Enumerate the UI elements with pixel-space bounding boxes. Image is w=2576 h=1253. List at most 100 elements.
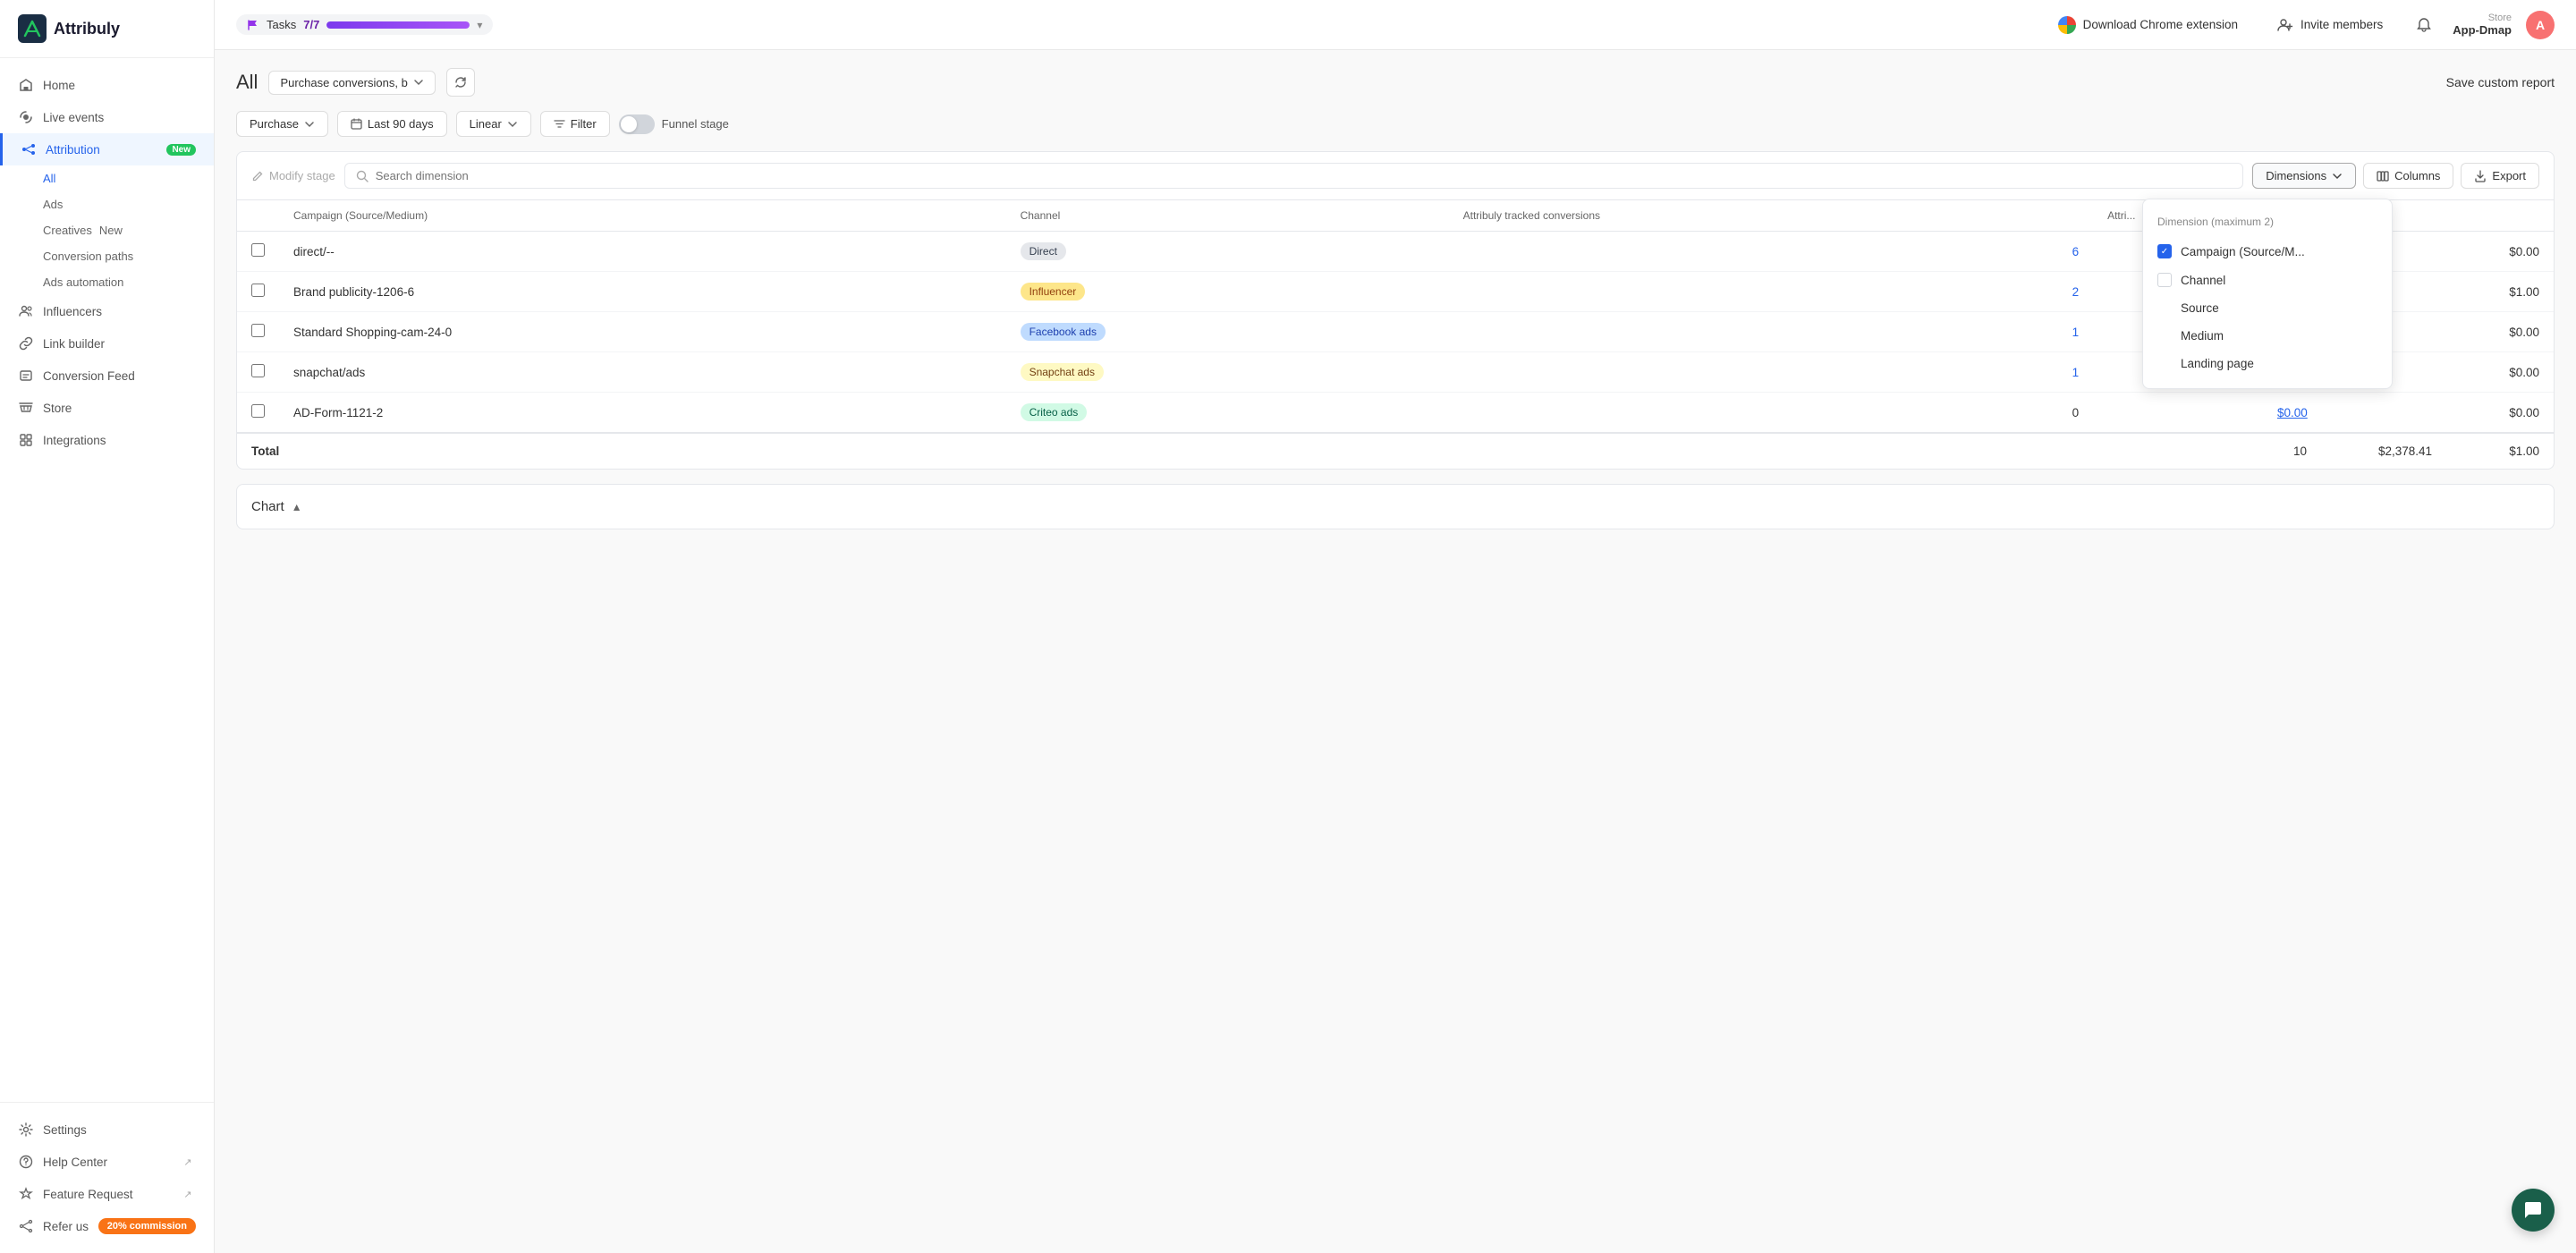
invite-members-label: Invite members [2301,18,2383,31]
sidebar-item-refer[interactable]: Refer us 20% commission [0,1210,214,1242]
attrib-link[interactable]: $0.00 [2277,406,2308,419]
sub-nav-conversion-paths[interactable]: Conversion paths [0,243,214,269]
row-channel: Direct [1006,232,1449,272]
th-checkbox [237,200,279,232]
conversion-feed-icon [18,368,34,384]
row-channel: Criteo ads [1006,393,1449,433]
sidebar-item-attribution-label: Attribution [46,143,100,157]
dim-item-channel[interactable]: Channel [2143,266,2392,294]
sub-nav-ads[interactable]: Ads [0,191,214,217]
notifications-btn[interactable] [2410,11,2438,39]
sidebar-item-help[interactable]: Help Center ↗ [0,1146,214,1178]
main-inner: All Purchase conversions, b Save custom … [215,50,2576,1253]
row-checkbox[interactable] [251,404,265,418]
chat-bubble[interactable] [2512,1189,2555,1232]
purchase-dropdown-icon [304,119,315,130]
main-content: Tasks 7/7 ▾ Download Chrome extension In… [215,0,2576,1253]
sidebar-item-settings[interactable]: Settings [0,1113,214,1146]
user-avatar[interactable]: A [2526,11,2555,39]
row-attrib: $0.00 [2093,393,2322,433]
dim-label-channel: Channel [2181,274,2225,287]
export-button[interactable]: Export [2461,163,2539,189]
row-campaign: Brand publicity-1206-6 [279,272,1006,312]
refresh-button[interactable] [446,68,475,97]
filters-row: Purchase Last 90 days Linear Filter [236,111,2555,137]
modify-stage-button[interactable]: Modify stage [251,169,335,182]
conversions-link[interactable]: 0 [2072,406,2080,419]
dimensions-button[interactable]: Dimensions [2252,163,2356,189]
columns-label: Columns [2394,169,2440,182]
conversions-link[interactable]: 1 [2072,366,2080,379]
attribution-dropdown-icon [507,119,518,130]
dim-item-campaign[interactable]: Campaign (Source/M... [2143,237,2392,266]
invite-members-btn[interactable]: Invite members [2265,12,2395,38]
external-link-icon: ↗ [180,1154,196,1170]
row-conversions: 0 [1449,393,2093,433]
dim-item-medium[interactable]: Medium [2143,322,2392,350]
row-campaign: direct/-- [279,232,1006,272]
funnel-stage-label: Funnel stage [662,117,729,131]
row-checkbox[interactable] [251,284,265,297]
sidebar-item-attribution[interactable]: Attribution New [0,133,214,165]
date-range-filter[interactable]: Last 90 days [337,111,447,137]
channel-badge: Facebook ads [1021,323,1106,341]
conversions-link[interactable]: 6 [2072,245,2080,258]
sidebar-nav: Home Live events Attribution New [0,58,214,1102]
help-label: Help Center [43,1156,107,1169]
tasks-pill[interactable]: Tasks 7/7 ▾ [236,14,493,35]
chat-icon [2523,1200,2543,1220]
purchase-filter[interactable]: Purchase [236,111,328,137]
chart-header[interactable]: Chart ▲ [251,499,2539,514]
total-conversions: 10 [2182,444,2307,458]
dimensions-chevron-icon [2332,171,2343,182]
sidebar-item-home[interactable]: Home [0,69,214,101]
row-conversions: 6 [1449,232,2093,272]
sub-nav-all[interactable]: All [0,165,214,191]
sub-nav-ads-automation[interactable]: Ads automation [0,269,214,295]
total-attrib: $2,378.41 [2307,444,2432,458]
funnel-stage-toggle[interactable]: Funnel stage [619,114,729,134]
sidebar-item-live-events[interactable]: Live events [0,101,214,133]
row-campaign: AD-Form-1121-2 [279,393,1006,433]
dim-label-medium: Medium [2181,329,2224,343]
sidebar-item-link-builder-label: Link builder [43,337,105,351]
filter-button[interactable]: Filter [540,111,610,137]
sidebar-item-feature-request[interactable]: Feature Request ↗ [0,1178,214,1210]
row-conversions: 2 [1449,272,2093,312]
report-dropdown[interactable]: Purchase conversions, b [268,71,435,95]
save-report-button[interactable]: Save custom report [2446,75,2555,89]
search-input[interactable] [376,169,2233,182]
th-campaign: Campaign (Source/Medium) [279,200,1006,232]
sub-nav-creatives[interactable]: Creatives New [0,217,214,243]
attribution-model-filter[interactable]: Linear [456,111,531,137]
columns-button[interactable]: Columns [2363,163,2453,189]
tasks-progress-fill [326,21,470,29]
date-range-label: Last 90 days [368,117,434,131]
share-icon [18,1218,34,1234]
channel-badge: Influencer [1021,283,1086,301]
columns-icon [2377,170,2389,182]
row-checkbox[interactable] [251,364,265,377]
table-row: AD-Form-1121-2 Criteo ads 0 $0.00 $0.00 [237,393,2554,433]
row-checkbox-cell [237,352,279,393]
search-box[interactable] [344,163,2244,189]
live-events-icon [18,109,34,125]
settings-label: Settings [43,1123,87,1137]
row-checkbox[interactable] [251,324,265,337]
dim-item-source[interactable]: Source [2143,294,2392,322]
sidebar-item-store[interactable]: Store [0,392,214,424]
external-link-icon-2: ↗ [180,1186,196,1202]
conversions-link[interactable]: 1 [2072,326,2080,339]
sidebar-item-link-builder[interactable]: Link builder [0,327,214,360]
funnel-toggle-switch[interactable] [619,114,655,134]
sidebar-item-integrations-label: Integrations [43,434,106,447]
sidebar-item-conversion-feed[interactable]: Conversion Feed [0,360,214,392]
row-checkbox[interactable] [251,243,265,257]
sidebar-item-integrations[interactable]: Integrations [0,424,214,456]
sidebar-item-influencers-label: Influencers [43,305,102,318]
dim-item-landing-page[interactable]: Landing page [2143,350,2392,377]
store-name: App-Dmap [2453,23,2512,37]
download-chrome-btn[interactable]: Download Chrome extension [2046,11,2250,39]
conversions-link[interactable]: 2 [2072,285,2080,299]
sidebar-item-influencers[interactable]: Influencers [0,295,214,327]
